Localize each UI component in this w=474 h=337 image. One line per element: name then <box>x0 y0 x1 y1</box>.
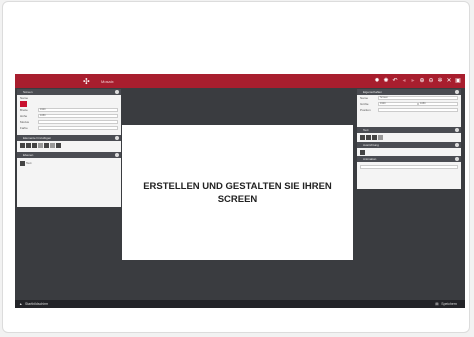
animation-toggle-icon[interactable] <box>455 157 459 161</box>
animation-select[interactable] <box>360 164 458 169</box>
fill-select[interactable] <box>38 126 118 130</box>
prop-width-field[interactable]: 1920 <box>378 102 418 106</box>
height-field[interactable]: 1080 <box>38 114 118 118</box>
mode-label: Modus <box>20 120 30 124</box>
fill-row: Farbe <box>17 125 121 131</box>
lock-icon[interactable]: ▣ <box>455 77 461 85</box>
elements-panel-title: Elemente hinzufügen <box>23 136 52 140</box>
zoom-out-icon[interactable]: ⊖ <box>428 77 434 85</box>
text-tool-icon[interactable] <box>20 143 25 148</box>
layer-item[interactable]: Text <box>17 158 121 168</box>
arrow-left-icon[interactable]: ◂ <box>401 77 407 85</box>
shape-tool-icon[interactable] <box>32 143 37 148</box>
clock-tool-icon[interactable] <box>44 143 49 148</box>
width-field[interactable]: 1920 <box>38 108 118 112</box>
app-name: Mosaix <box>101 78 114 84</box>
element-buttons <box>17 141 121 150</box>
layers-toggle-icon[interactable] <box>115 153 119 157</box>
undo-icon[interactable]: ↶ <box>392 77 398 85</box>
screen-canvas[interactable]: ERSTELLEN UND GESTALTEN SIE IHREN SCREEN <box>122 125 353 260</box>
right-panel: Eigenschaften Name Screen Größe 1920 1080 P… <box>357 89 461 189</box>
prop-position-field[interactable] <box>378 108 458 112</box>
gear-icon[interactable]: ✺ <box>383 77 389 85</box>
toolbar-tools: ✹ ✺ ↶ ◂ ▸ ⊕ ⊖ ✲ ✕ ▣ <box>374 77 461 85</box>
text-format-buttons <box>357 133 461 142</box>
bottom-left-label[interactable]: Startbildschirm <box>25 302 48 306</box>
table-tool-icon[interactable] <box>56 143 61 148</box>
align-section-title: Ausrichtung <box>363 143 379 147</box>
fill-label: Farbe <box>20 126 28 130</box>
arrow-right-icon[interactable]: ▸ <box>410 77 416 85</box>
close-icon[interactable]: ✕ <box>446 77 452 85</box>
layers-panel-header[interactable]: Ebenen <box>17 152 121 158</box>
animation-section-header[interactable]: Animation <box>357 156 461 162</box>
text-section-header[interactable]: Text <box>357 127 461 133</box>
height-label: Höhe <box>20 114 28 118</box>
layers-panel-title: Ebenen <box>23 153 34 157</box>
screenshot-card: ✣ Mosaix ✹ ✺ ↶ ◂ ▸ ⊕ ⊖ ✲ ✕ ▣ Screen Name… <box>2 1 470 333</box>
text-section-title: Text <box>363 128 369 132</box>
mode-select[interactable] <box>38 120 118 124</box>
properties-header[interactable]: Eigenschaften <box>357 89 461 95</box>
properties-title: Eigenschaften <box>363 90 383 94</box>
video-tool-icon[interactable] <box>38 143 43 148</box>
panel-toggle-icon[interactable] <box>115 90 119 94</box>
prop-height-field[interactable]: 1080 <box>418 102 458 106</box>
properties-toggle-icon[interactable] <box>455 90 459 94</box>
save-button[interactable]: Speichern <box>441 302 457 306</box>
width-label: Breite <box>20 108 28 112</box>
animation-section-title: Animation <box>363 157 377 161</box>
prop-size-label: Größe <box>360 102 369 106</box>
app-logo-icon: ✣ <box>83 76 90 86</box>
align-icon[interactable] <box>378 135 383 140</box>
image-tool-icon[interactable] <box>26 143 31 148</box>
text-toggle-icon[interactable] <box>455 128 459 132</box>
canvas-headline: ERSTELLEN UND GESTALTEN SIE IHREN SCREEN <box>143 180 332 205</box>
color-swatch[interactable] <box>20 101 27 107</box>
animation-row <box>357 162 461 171</box>
name-label: Name <box>20 96 29 100</box>
preferences-icon[interactable]: ✲ <box>437 77 443 85</box>
bold-icon[interactable] <box>360 135 365 140</box>
prop-position-row: Position <box>357 107 461 113</box>
settings-icon[interactable]: ✹ <box>374 77 380 85</box>
top-toolbar: ✣ Mosaix ✹ ✺ ↶ ◂ ▸ ⊕ ⊖ ✲ ✕ ▣ <box>15 74 465 88</box>
align-section-header[interactable]: Ausrichtung <box>357 142 461 148</box>
zoom-in-icon[interactable]: ⊕ <box>419 77 425 85</box>
prop-position-label: Position <box>360 108 371 112</box>
layer-name: Text <box>26 161 32 165</box>
left-panel: Screen Name Breite 1920 Höhe 1080 Modus Fa… <box>17 89 121 207</box>
underline-icon[interactable] <box>372 135 377 140</box>
elements-panel-header[interactable]: Elemente hinzufügen <box>17 135 121 141</box>
bottom-bar: ▲ Startbildschirm ▤ Speichern <box>15 300 465 308</box>
screen-panel-title: Screen <box>23 90 33 94</box>
italic-icon[interactable] <box>366 135 371 140</box>
screen-panel-header[interactable]: Screen <box>17 89 121 95</box>
align-row <box>357 148 461 156</box>
prop-name-label: Name <box>360 96 369 100</box>
align-toggle-icon[interactable] <box>455 143 459 147</box>
prop-name-field[interactable]: Screen <box>378 96 458 100</box>
web-tool-icon[interactable] <box>50 143 55 148</box>
elements-toggle-icon[interactable] <box>115 136 119 140</box>
layer-thumb-icon <box>20 160 25 166</box>
align-left-icon[interactable] <box>360 149 365 155</box>
editor-window: ✣ Mosaix ✹ ✺ ↶ ◂ ▸ ⊕ ⊖ ✲ ✕ ▣ Screen Name… <box>15 74 465 308</box>
